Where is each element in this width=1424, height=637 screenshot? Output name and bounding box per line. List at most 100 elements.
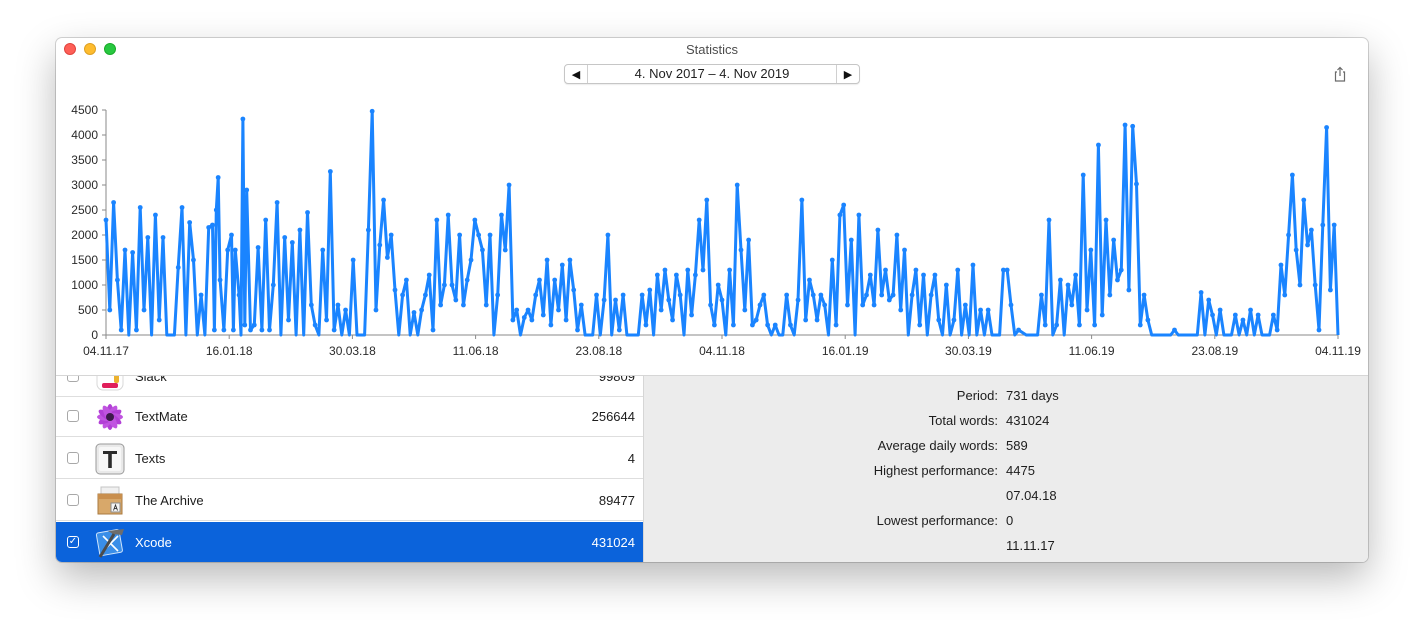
data-point [1042,322,1048,328]
data-point [251,322,257,328]
data-point [902,247,907,253]
data-point [1107,292,1113,298]
next-period-button[interactable]: ▶ [836,65,859,83]
data-point [289,240,295,245]
data-point [1058,277,1063,283]
list-item[interactable]: The Archive 89477 [56,480,643,521]
data-point [734,182,740,188]
data-point [654,272,660,278]
data-point [400,292,405,298]
data-point [1039,292,1044,298]
data-point [187,220,193,225]
list-item-selected[interactable]: ✓ Xcode 431024 [56,522,643,562]
x-tick-label: 16.01.18 [206,344,253,358]
data-point [540,312,546,318]
data-point [156,317,162,323]
triangle-left-icon: ◀ [571,68,581,81]
word-count: 4 [627,451,635,466]
data-point [731,322,736,328]
include-checkbox[interactable] [67,494,79,506]
data-point [556,307,561,313]
data-point [411,310,417,315]
data-point [230,327,236,333]
title-bar[interactable]: Statistics [56,38,1368,62]
data-point [499,212,504,218]
statistics-window: Statistics ◀ 4. Nov 2017 – 4. Nov 2019 ▶… [56,38,1368,562]
data-point [483,302,489,308]
include-checkbox[interactable]: ✓ [67,536,79,548]
data-point [856,212,862,218]
data-point [1137,322,1143,328]
data-point [1327,287,1333,293]
include-checkbox[interactable] [67,452,79,464]
data-point [848,237,854,243]
data-point [1103,217,1109,223]
triangle-right-icon: ▶ [843,68,853,81]
lowest-performance-row: Lowest performance: 0 [644,513,1368,533]
include-checkbox[interactable] [67,410,79,422]
y-axis: 0 500 1000 1500 2000 2500 3000 3500 4000 4500 [71,103,107,342]
data-point [521,315,527,320]
data-point [575,327,580,333]
x-tick-label: 23.08.18 [575,344,622,358]
data-point [430,327,436,333]
x-tick-label: 30.03.18 [329,344,376,358]
data-point [1092,322,1098,328]
data-point [799,197,805,203]
data-point [951,317,957,323]
highest-performance-row: Highest performance: 4475 [644,463,1368,483]
data-point [384,255,390,260]
data-point [943,282,949,288]
data-point [662,267,668,273]
app-list[interactable]: Slack 99809 TextMate 256644 Texts 4 The … [56,375,643,562]
data-point [137,205,143,210]
data-point [673,272,679,278]
date-range-label[interactable]: 4. Nov 2017 – 4. Nov 2019 [588,65,836,83]
highest-date-row: 07.04.18 [644,488,1368,508]
data-point [917,322,923,328]
data-point [658,307,664,313]
data-point [1046,217,1052,223]
data-point [392,287,398,293]
data-point [248,327,253,333]
x-tick-label: 11.06.19 [1069,344,1115,358]
data-point [240,116,246,122]
data-point [894,232,900,238]
share-button[interactable] [1333,66,1347,82]
y-tick-label: 1000 [71,278,98,292]
texts-icon [95,443,125,475]
data-point [533,292,539,298]
slack-icon [96,376,124,391]
highest-performance-label: Highest performance: [873,463,998,478]
data-point [978,307,983,313]
data-point [829,257,835,263]
list-item[interactable]: Texts 4 [56,438,643,479]
data-point [198,292,204,298]
data-point [1099,312,1105,318]
data-point [1316,327,1322,333]
list-item[interactable]: TextMate 256644 [56,396,643,437]
y-tick-label: 1500 [71,253,98,267]
list-item[interactable]: Slack 99809 [56,375,643,397]
data-point [282,235,288,240]
data-point [215,175,221,180]
total-words-row: Total words: 431024 [644,413,1368,433]
data-point [270,282,276,288]
data-point [297,227,303,233]
data-point [1308,227,1314,233]
previous-period-button[interactable]: ◀ [565,65,588,83]
data-point [217,277,223,283]
data-point [1210,312,1215,318]
x-tick-label: 11.06.18 [453,344,499,358]
data-point [191,257,196,263]
data-point [544,257,550,263]
data-point [1293,247,1299,253]
data-point [666,297,672,303]
data-point [244,187,250,193]
data-point [696,217,702,223]
data-point [955,267,961,273]
include-checkbox[interactable] [67,376,79,382]
data-point [442,282,447,288]
data-point [772,322,778,328]
app-name: Slack [135,375,167,384]
